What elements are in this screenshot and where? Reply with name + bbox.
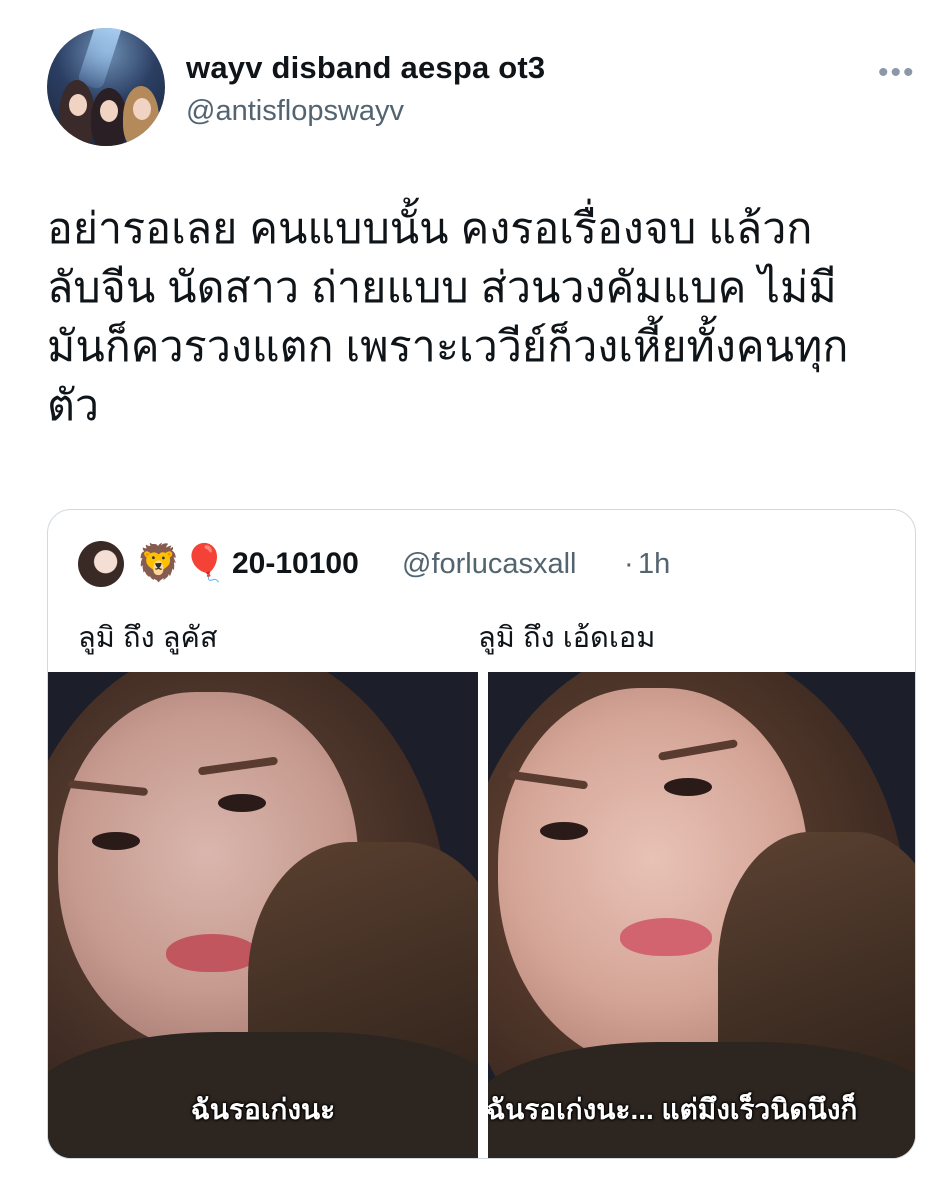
quoted-image-right[interactable]: ฉันรอเก่งนะ... แต่มึงเร็วนิดนึงก็ [488, 672, 915, 1158]
quoted-timestamp[interactable]: 1h [638, 548, 670, 581]
quoted-author-avatar[interactable] [78, 541, 124, 587]
author-handle[interactable]: @antisflopswayv [186, 95, 404, 128]
author-display-name[interactable]: wayv disband aespa ot3 [186, 50, 545, 86]
more-horizontal-icon[interactable]: ••• [878, 56, 916, 90]
lion-icon: 🦁 [136, 542, 181, 583]
quoted-image-left[interactable]: ฉันรอเก่งนะ [48, 672, 478, 1158]
quoted-caption-right: ลูมิ ถึง เอ้ดเอม [478, 622, 656, 654]
quoted-display-name[interactable]: 20-10100 [232, 547, 359, 581]
separator-dot: · [624, 548, 634, 580]
quoted-handle[interactable]: @forlucasxall [402, 548, 577, 581]
subtitle-right: ฉันรอเก่งนะ... แต่มึงเร็วนิดนึงก็ [488, 1094, 858, 1125]
subtitle-left: ฉันรอเก่งนะ [190, 1094, 336, 1125]
author-avatar[interactable] [47, 28, 165, 146]
balloon-icon: 🎈 [182, 542, 227, 583]
tweet-text: อย่ารอเลย คนแบบนั้น คงรอเรื่องจบ แล้วก ล… [47, 205, 849, 430]
quoted-caption-left: ลูมิ ถึง ลูคัส [78, 622, 218, 654]
quoted-tweet[interactable]: 🦁 🎈 20-10100 @forlucasxall · 1h ลูมิ ถึง… [47, 509, 916, 1159]
